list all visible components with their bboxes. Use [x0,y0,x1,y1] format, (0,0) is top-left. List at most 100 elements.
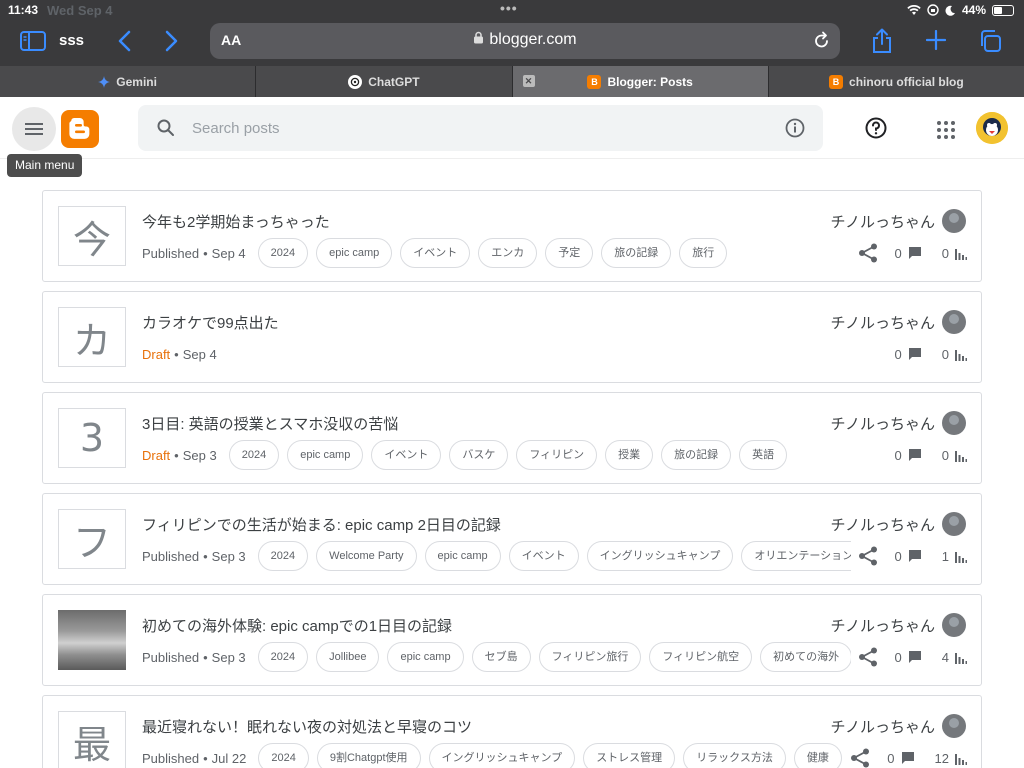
post-card[interactable]: フ フィリピンでの生活が始まる: epic camp 2日目の記録 Publis… [42,493,982,585]
google-apps-button[interactable] [936,120,956,140]
tab-label: Blogger: Posts [607,74,693,89]
post-meta: Published • Sep 3 2024 Welcome Party epic … [142,541,858,571]
label-chip[interactable]: 健康 [793,743,842,768]
label-chip[interactable]: Welcome Party [316,541,417,571]
forward-button[interactable] [160,28,184,54]
post-author: チノルっちゃん [830,315,935,332]
post-title[interactable]: 最近寝れない！眠れない夜の対処法と早寝のコツ [142,716,472,737]
post-card[interactable]: 今 今年も2学期始まっちゃった Published • Sep 4 2024 ep… [42,190,982,282]
post-title[interactable]: 今年も2学期始まっちゃった [142,211,330,232]
label-chip[interactable]: 初めての海外 [760,642,853,672]
tab-overview-button[interactable] [978,29,1002,53]
multitasking-dots-icon[interactable]: ••• [500,0,518,16]
share-icon[interactable] [857,545,879,567]
browser-tab-gemini[interactable]: Gemini [0,66,257,97]
post-thumbnail[interactable]: フ [58,509,126,569]
browser-tab-chinoru-blog[interactable]: B chinoru official blog [769,66,1024,97]
share-icon[interactable] [849,747,871,768]
label-chip[interactable]: epic camp [424,541,501,571]
post-thumbnail[interactable] [58,610,126,670]
label-chip[interactable]: 2024 [257,541,309,571]
share-icon[interactable] [857,646,879,668]
blogger-logo[interactable] [61,110,99,148]
label-chip[interactable]: 旅行 [679,238,728,268]
post-card[interactable]: 最 最近寝れない！眠れない夜の対処法と早寝のコツ Published • Jul… [42,695,982,768]
label-chip[interactable]: ストレス管理 [583,743,676,768]
close-tab-icon[interactable]: ✕ [522,75,535,87]
label-chip[interactable]: イベント [371,440,442,470]
label-chip[interactable]: epic camp [387,642,464,672]
post-stats: 0 1 [850,541,967,571]
share-button[interactable] [870,27,894,55]
search-posts-box[interactable] [138,105,823,151]
view-count: 12 [934,750,949,766]
label-chip[interactable]: イングリッシュキャンプ [586,541,734,571]
back-button[interactable] [112,28,136,54]
post-status: Draft [142,346,171,362]
label-chip[interactable]: セブ島 [471,642,531,672]
label-chip[interactable]: epic camp [316,238,393,268]
label-chip[interactable]: イベント [400,238,471,268]
help-button[interactable] [864,116,888,140]
post-thumbnail[interactable]: カ [58,307,126,367]
post-card[interactable]: カ カラオケで99点出た Draft • Sep 4 チノルっちゃん 0 0 [42,291,982,383]
label-chip[interactable]: フィリピン旅行 [538,642,642,672]
post-title[interactable]: フィリピンでの生活が始まる: epic camp 2日目の記録 [142,514,501,535]
label-chip[interactable]: 英語 [739,440,788,470]
address-bar[interactable]: AA blogger.com [210,23,840,59]
post-status: Published [142,649,200,665]
label-chip[interactable]: 予定 [545,238,594,268]
post-stats: 0 0 [888,339,967,369]
post-card[interactable]: 初めての海外体験: epic campでの1日目の記録 Published • … [42,594,982,686]
post-stats: 0 12 [843,743,967,768]
account-avatar[interactable] [976,112,1008,144]
url-display[interactable]: blogger.com [210,31,840,49]
meta-separator: • [203,750,208,766]
label-chip[interactable]: 2024 [257,642,309,672]
post-thumbnail[interactable]: 3 [58,408,126,468]
new-tab-button[interactable] [924,25,948,55]
post-card[interactable]: 3 3日目: 英語の授業とスマホ没収の苦悩 Draft • Sep 3 2024… [42,392,982,484]
post-date: Jul 22 [211,750,247,766]
label-chip[interactable]: エンカ [478,238,538,268]
label-chip[interactable]: 2024 [257,238,309,268]
share-icon[interactable] [857,242,879,264]
label-chip[interactable]: 旅の記録 [601,238,672,268]
label-chip[interactable]: 9割Chatgpt使用 [316,743,421,768]
chevron-left-icon [118,30,131,52]
label-chip[interactable]: epic camp [287,440,364,470]
label-chip[interactable]: オリエンテーション [741,541,858,571]
label-chip[interactable]: Jollibee [316,642,380,672]
post-title[interactable]: カラオケで99点出た [142,312,279,333]
label-chip[interactable]: リラックス方法 [683,743,786,768]
post-title[interactable]: 初めての海外体験: epic campでの1日目の記録 [142,615,452,636]
search-input[interactable] [192,113,752,143]
label-chip[interactable]: バスケ [449,440,509,470]
gemini-icon [98,75,111,88]
safari-toolbar: sss AA blogger.com [0,20,1024,66]
label-chip[interactable]: フィリピン航空 [649,642,753,672]
post-meta: Published • Sep 4 2024 epic camp イベント エンカ 予定… [142,238,858,268]
browser-tab-blogger-posts[interactable]: ✕ B Blogger: Posts [512,66,769,97]
label-chip[interactable]: イングリッシュキャンプ [428,743,576,768]
tab-label: chinoru official blog [849,74,964,89]
view-count: 0 [941,447,949,463]
orientation-lock-icon [927,4,939,16]
label-chip[interactable]: 授業 [605,440,654,470]
blogger-icon: B [587,74,602,89]
reload-button[interactable] [814,31,830,54]
browser-tab-chatgpt[interactable]: ChatGPT [256,66,513,97]
post-thumbnail[interactable]: 今 [58,206,126,266]
info-icon[interactable] [784,117,806,139]
label-chip[interactable]: 2024 [228,440,280,470]
post-title[interactable]: 3日目: 英語の授業とスマホ没収の苦悩 [142,413,398,434]
tab-group-name[interactable]: sss [59,32,84,49]
sidebar-toggle-button[interactable] [20,30,46,52]
main-menu-button[interactable] [12,107,56,151]
label-chip[interactable]: フィリピン [516,440,598,470]
label-chip[interactable]: イベント [508,541,579,571]
post-thumbnail[interactable]: 最 [58,711,126,768]
label-chip[interactable]: 2024 [258,743,309,768]
post-date: Sep 3 [182,447,217,463]
label-chip[interactable]: 旅の記録 [661,440,732,470]
